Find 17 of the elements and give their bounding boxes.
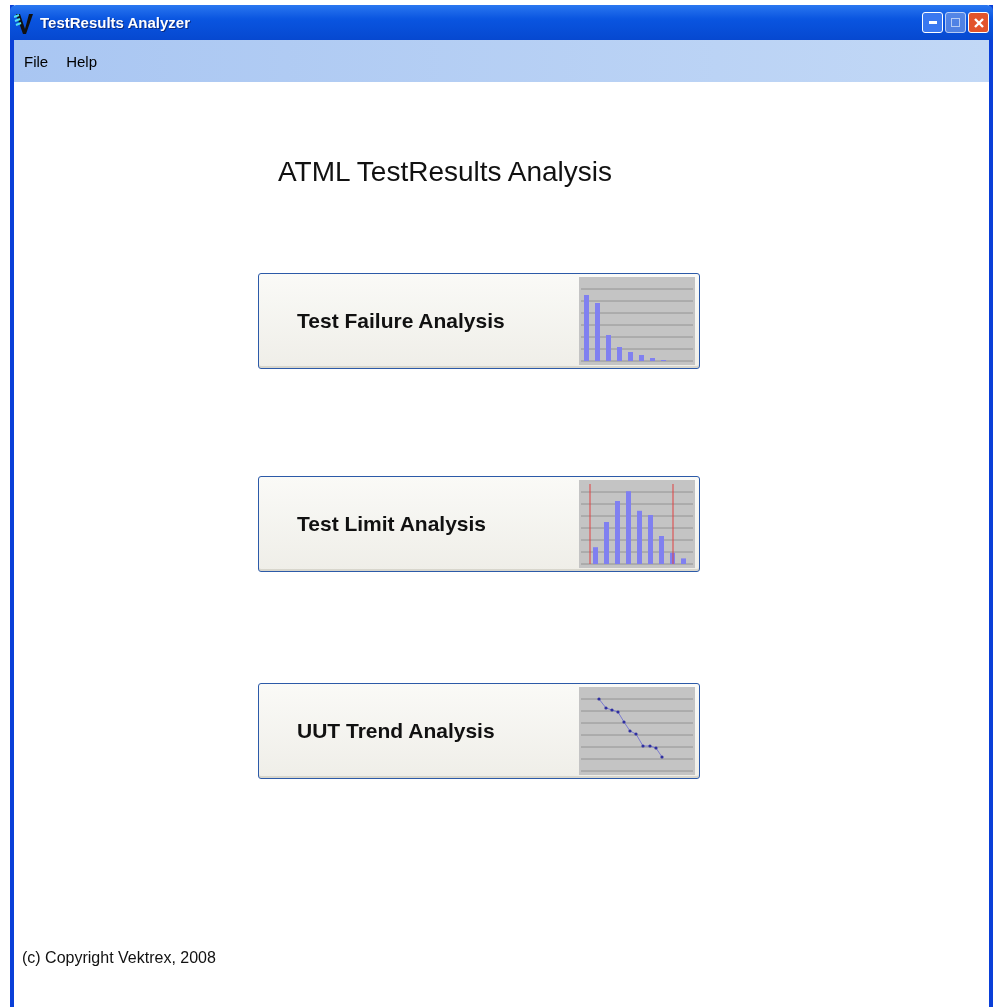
histogram-icon bbox=[579, 480, 695, 568]
bar-chart-icon bbox=[579, 277, 695, 365]
maximize-button[interactable] bbox=[945, 12, 966, 33]
copyright-text: (c) Copyright Vektrex, 2008 bbox=[22, 949, 216, 966]
analysis-button[interactable]: Test Failure Analysis bbox=[258, 273, 700, 369]
maximize-icon bbox=[951, 18, 960, 27]
menu-item[interactable]: File bbox=[18, 52, 55, 70]
menu-item[interactable]: Help bbox=[60, 52, 104, 70]
analysis-button[interactable]: UUT Trend Analysis bbox=[258, 683, 700, 779]
close-button[interactable] bbox=[968, 12, 989, 33]
analysis-button[interactable]: Test Limit Analysis bbox=[258, 476, 700, 572]
page-heading: ATML TestResults Analysis bbox=[278, 156, 614, 188]
line-chart-icon bbox=[579, 687, 695, 775]
close-icon bbox=[973, 17, 984, 28]
window-title: TestResults Analyzer bbox=[40, 14, 191, 31]
minimize-icon bbox=[928, 21, 937, 24]
minimize-button[interactable] bbox=[922, 12, 943, 33]
